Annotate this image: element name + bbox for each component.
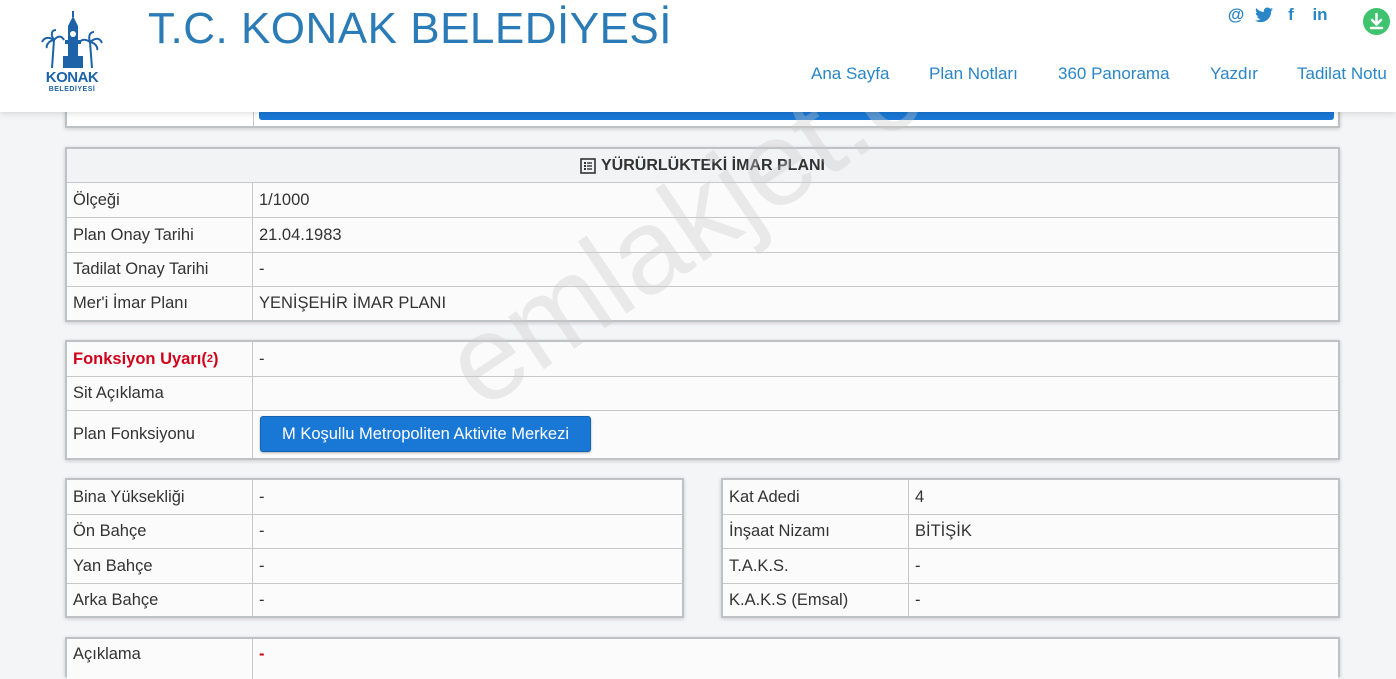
nav-tadilat-notu[interactable]: Tadilat Notu xyxy=(1297,64,1387,84)
twitter-icon[interactable] xyxy=(1253,4,1275,26)
table-row: Plan Fonksiyonu M Koşullu Metropoliten A… xyxy=(67,411,1338,458)
download-arrow-glyph xyxy=(1369,12,1384,30)
list-icon xyxy=(580,157,596,174)
row-label: Bina Yüksekliği xyxy=(67,480,253,514)
row-value: - xyxy=(259,590,265,609)
row-value: - xyxy=(915,556,921,575)
nav-ana-sayfa[interactable]: Ana Sayfa xyxy=(811,64,889,84)
table-row: İnşaat Nizamı BİTİŞİK xyxy=(723,515,1338,549)
linkedin-icon[interactable]: in xyxy=(1308,4,1332,26)
row-label: Kat Adedi xyxy=(723,480,909,514)
download-icon[interactable] xyxy=(1363,8,1390,35)
nav-360-panorama[interactable]: 360 Panorama xyxy=(1058,64,1170,84)
row-label: Ölçeği xyxy=(67,183,253,217)
plan-card: YÜRÜRLÜKTEKİ İMAR PLANI Ölçeği 1/1000 Pl… xyxy=(65,147,1340,322)
table-row: Fonksiyon Uyarı(2) - xyxy=(67,342,1338,377)
twitter-bird-glyph xyxy=(1255,7,1273,23)
table-row: Bina Yüksekliği - xyxy=(67,480,682,515)
table-row: Ölçeği 1/1000 xyxy=(67,183,1338,218)
table-row: K.A.K.S (Emsal) - xyxy=(723,584,1338,616)
logo-text: KONAK xyxy=(45,69,99,86)
row-label: Ön Bahçe xyxy=(67,515,253,548)
row-label: Arka Bahçe xyxy=(67,584,253,616)
row-label: Tadilat Onay Tarihi xyxy=(67,253,253,286)
row-label: Plan Onay Tarihi xyxy=(67,218,253,252)
row-value: BİTİŞİK xyxy=(915,522,972,540)
table-row: Açıklama - xyxy=(67,639,1338,679)
row-value: - xyxy=(259,522,265,540)
row-value: - xyxy=(915,590,921,609)
nav-yazdir[interactable]: Yazdır xyxy=(1210,64,1258,84)
building-details-card: Bina Yüksekliği - Ön Bahçe - Yan Bahçe -… xyxy=(65,478,684,618)
table-row: Mer'i İmar Planı YENİŞEHİR İMAR PLANI xyxy=(67,287,1338,320)
row-value: - xyxy=(259,260,265,278)
plan-card-title: YÜRÜRLÜKTEKİ İMAR PLANI xyxy=(67,149,1338,183)
row-label: Mer'i İmar Planı xyxy=(67,287,253,320)
row-value: - xyxy=(259,487,265,506)
table-row: Kat Adedi 4 xyxy=(723,480,1338,515)
sit-value xyxy=(253,377,259,410)
table-row: Plan Onay Tarihi 21.04.1983 xyxy=(67,218,1338,253)
row-label: İnşaat Nizamı xyxy=(723,515,909,548)
function-warning-label: Fonksiyon Uyarı(2) xyxy=(67,342,253,376)
notes-value: - xyxy=(259,645,265,663)
row-value: - xyxy=(259,556,265,575)
plan-card-title-text: YÜRÜRLÜKTEKİ İMAR PLANI xyxy=(601,156,825,174)
site-title[interactable]: T.C. KONAK BELEDİYESİ xyxy=(148,4,672,54)
construction-details-card: Kat Adedi 4 İnşaat Nizamı BİTİŞİK T.A.K.… xyxy=(721,478,1340,618)
row-value: YENİŞEHİR İMAR PLANI xyxy=(259,294,447,312)
function-warning-value: - xyxy=(259,349,265,368)
row-value: 1/1000 xyxy=(259,190,310,209)
facebook-icon[interactable]: f xyxy=(1283,4,1299,26)
plan-function-button[interactable]: M Koşullu Metropoliten Aktivite Merkezi xyxy=(260,416,591,452)
table-row: Yan Bahçe - xyxy=(67,549,682,584)
row-label: K.A.K.S (Emsal) xyxy=(723,584,909,616)
row-value: 4 xyxy=(915,487,925,506)
table-row: Ön Bahçe - xyxy=(67,515,682,549)
notes-label: Açıklama xyxy=(67,639,253,679)
table-row: Tadilat Onay Tarihi - xyxy=(67,253,1338,287)
plan-function-label: Plan Fonksiyonu xyxy=(67,411,253,458)
site-header: KONAK BELEDİYESİ T.C. KONAK BELEDİYESİ @… xyxy=(0,0,1396,112)
row-label: Yan Bahçe xyxy=(67,549,253,583)
sit-label: Sit Açıklama xyxy=(67,377,253,410)
function-card: Fonksiyon Uyarı(2) - Sit Açıklama Plan F… xyxy=(65,340,1340,460)
table-row: Arka Bahçe - xyxy=(67,584,682,616)
table-row: T.A.K.S. - xyxy=(723,549,1338,584)
email-icon[interactable]: @ xyxy=(1226,4,1246,26)
row-value: 21.04.1983 xyxy=(259,225,342,244)
function-warning-text: Fonksiyon Uyarı( xyxy=(73,349,207,368)
row-label: T.A.K.S. xyxy=(723,549,909,583)
function-warning-close: ) xyxy=(213,349,219,368)
logo-subtext: BELEDİYESİ xyxy=(48,86,96,93)
table-row: Sit Açıklama xyxy=(67,377,1338,411)
notes-card: Açıklama - xyxy=(65,637,1340,679)
nav-plan-notlari[interactable]: Plan Notları xyxy=(929,64,1018,84)
